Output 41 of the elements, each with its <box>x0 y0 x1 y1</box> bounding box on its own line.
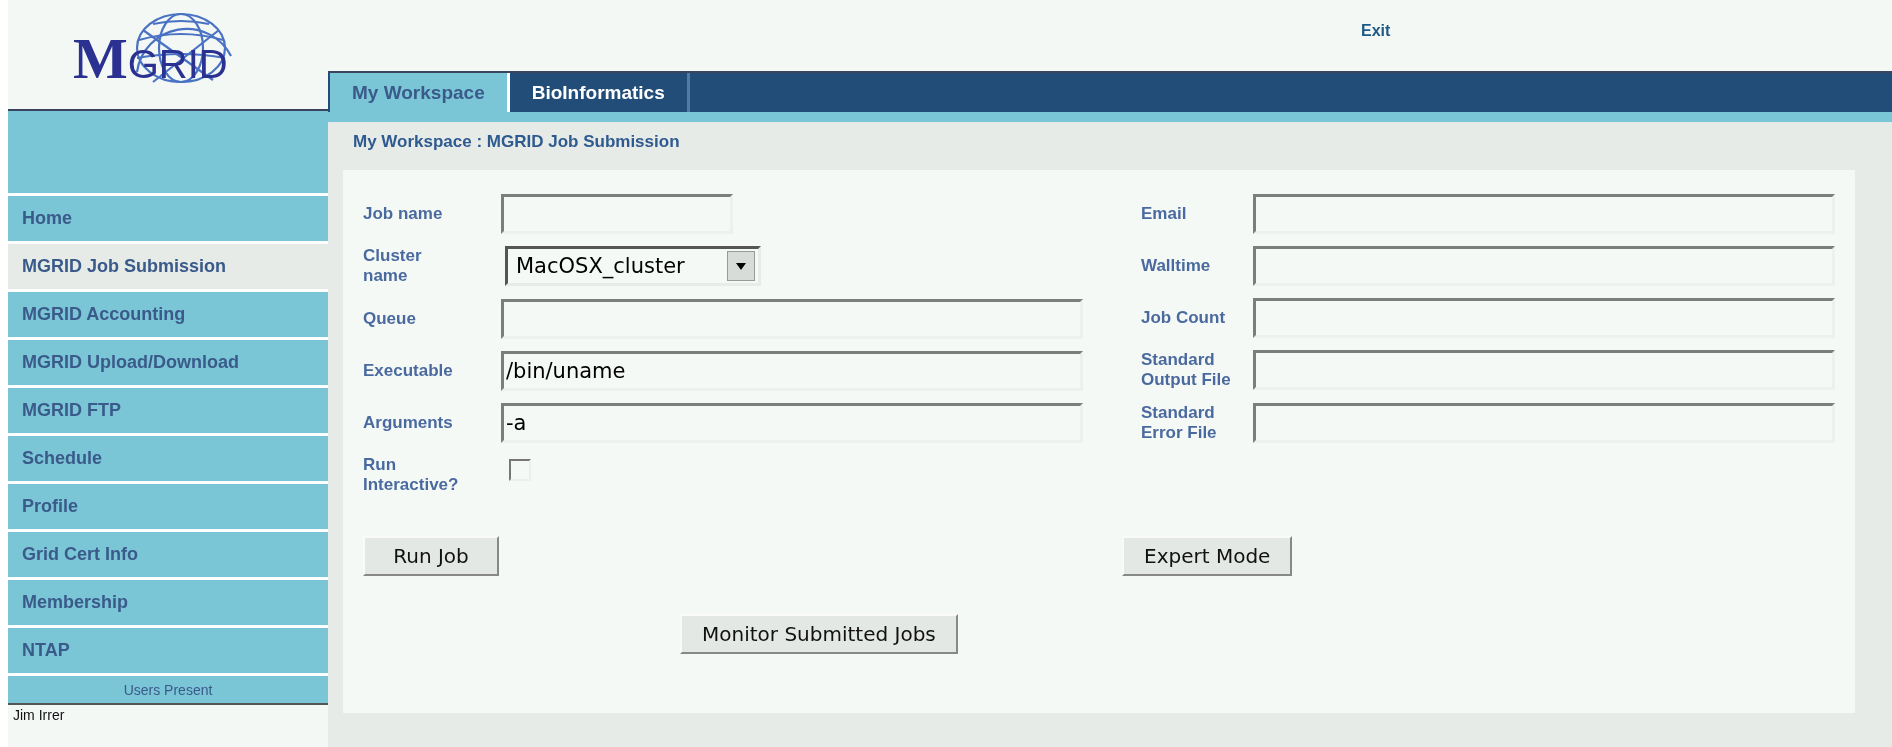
sidebar-item[interactable]: Home <box>8 196 328 244</box>
field-label: Standard Output File <box>1141 350 1231 391</box>
sidebar-item[interactable]: MGRID Accounting <box>8 292 328 340</box>
sidebar-item[interactable]: Profile <box>8 484 328 532</box>
sidebar-item[interactable]: Schedule <box>8 436 328 484</box>
users-heading: Users Present <box>8 676 328 705</box>
text-field[interactable]: -a <box>501 402 1083 443</box>
sidebar-item[interactable]: MGRID Upload/Download <box>8 340 328 388</box>
field-label: Arguments <box>363 412 454 433</box>
text-field[interactable] <box>1253 246 1835 286</box>
field-label: Cluster name <box>363 246 423 287</box>
field-label: Email <box>1141 203 1188 225</box>
expert-mode-button[interactable]: Expert Mode <box>1122 535 1293 576</box>
field-label: Executable <box>363 360 454 381</box>
field-label: Run Interactive? <box>363 454 460 496</box>
monitor-jobs-button[interactable]: Monitor Submitted Jobs <box>680 613 958 654</box>
sidebar-item[interactable]: MGRID FTP <box>8 388 328 436</box>
breadcrumb: My Workspace : MGRID Job Submission <box>352 131 681 153</box>
field-label: Walltime <box>1141 255 1212 277</box>
field-label: Queue <box>363 308 417 329</box>
run-job-button[interactable]: Run Job <box>363 535 499 576</box>
checkbox[interactable] <box>509 458 531 481</box>
cluster-dropdown[interactable]: MacOSX_cluster <box>505 246 761 287</box>
user-name: Jim Irrer <box>12 706 66 723</box>
text-field[interactable]: /bin/uname <box>501 350 1083 391</box>
text-field[interactable] <box>1253 194 1835 234</box>
text-field[interactable] <box>501 194 733 234</box>
sidebar-item[interactable]: Grid Cert Info <box>8 532 328 580</box>
text-field[interactable] <box>501 298 1083 339</box>
exit-link[interactable]: Exit <box>1361 22 1391 39</box>
tab[interactable]: My Workspace <box>330 73 510 112</box>
sidebar-item[interactable]: MGRID Job Submission <box>8 244 328 292</box>
sidebar-item[interactable]: Membership <box>8 580 328 628</box>
field-label: Job Count <box>1141 307 1227 329</box>
sidebar-item[interactable]: NTAP <box>8 628 328 676</box>
text-field[interactable] <box>1253 298 1835 338</box>
field-label: Standard Error File <box>1141 402 1218 444</box>
text-field[interactable] <box>1253 403 1835 444</box>
field-label: Job name <box>363 203 444 225</box>
dropdown-arrow-icon <box>736 262 746 270</box>
text-field[interactable] <box>1253 350 1835 391</box>
